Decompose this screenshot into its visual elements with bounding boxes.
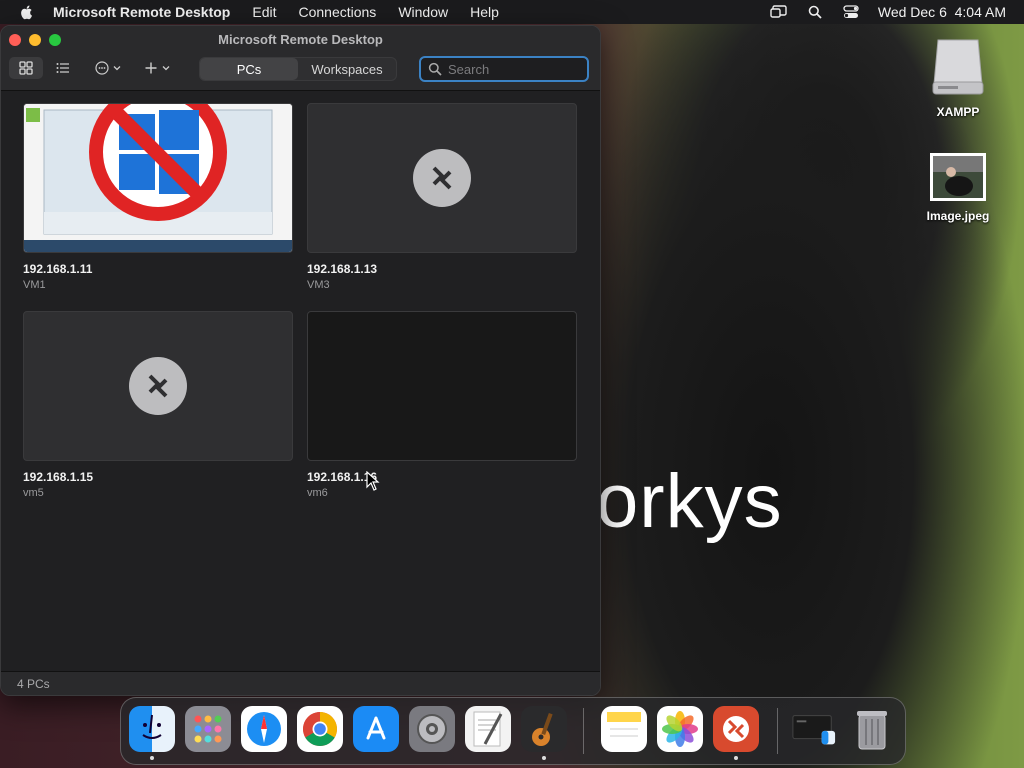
menu-bar: Microsoft Remote Desktop Edit Connection… (0, 0, 1024, 24)
list-view-button[interactable] (49, 57, 77, 79)
pc-name: 192.168.1.16 (307, 470, 378, 484)
pc-thumbnail-windows[interactable] (23, 103, 293, 253)
image-file-icon (918, 152, 998, 205)
spotlight-search-icon[interactable] (806, 4, 824, 20)
pc-name: 192.168.1.15 (23, 470, 94, 484)
dock-separator (583, 708, 584, 754)
windows-no-sign-icon (24, 104, 292, 252)
google-chrome-icon[interactable] (297, 706, 343, 752)
notes-icon[interactable] (601, 706, 647, 752)
screen-sharing-window-thumbnail-icon[interactable] (791, 706, 837, 752)
pc-name: 192.168.1.11 (23, 262, 93, 276)
safari-icon[interactable] (241, 706, 287, 752)
search-icon (428, 62, 442, 76)
pc-tile-vm1[interactable]: 192.168.1.11 VM1 (23, 103, 293, 291)
window-titlebar[interactable]: Microsoft Remote Desktop PCs Workspaces (1, 26, 600, 91)
garageband-icon[interactable] (521, 706, 567, 752)
trash-icon[interactable] (849, 706, 895, 752)
launchpad-icon[interactable] (185, 706, 231, 752)
list-icon (56, 63, 69, 73)
pc-thumbnail[interactable] (23, 311, 293, 461)
running-indicator (734, 756, 738, 760)
mouse-cursor-icon (366, 471, 380, 491)
pc-friendly-name: VM1 (23, 279, 46, 291)
more-options-button[interactable] (91, 57, 129, 79)
screen-mirroring-icon[interactable] (770, 4, 788, 20)
plus-chevron-icon (145, 62, 170, 74)
running-indicator (150, 756, 154, 760)
pc-tile-vm5[interactable]: 192.168.1.15 vm5 (23, 311, 293, 499)
pc-tile-vm3[interactable]: 192.168.1.13 VM3 (307, 103, 577, 291)
window-title: Microsoft Remote Desktop (218, 32, 383, 47)
tab-workspaces[interactable]: Workspaces (298, 58, 396, 80)
remote-desktop-logo-icon (129, 357, 187, 415)
control-center-icon[interactable] (842, 4, 860, 20)
ellipsis-circle-chevron-icon (95, 61, 121, 75)
running-indicator (542, 756, 546, 760)
pcs-workspaces-segmented-control: PCs Workspaces (199, 57, 397, 81)
app-store-icon[interactable] (353, 706, 399, 752)
menu-clock[interactable]: Wed Dec 6 4:04 AM (878, 4, 1006, 20)
system-settings-icon[interactable] (409, 706, 455, 752)
dock (120, 697, 906, 765)
pc-thumbnail[interactable] (307, 103, 577, 253)
finder-icon[interactable] (129, 706, 175, 752)
pc-friendly-name: VM3 (307, 279, 330, 291)
grid-view-button[interactable] (9, 57, 43, 79)
pc-count: 4 PCs (17, 676, 50, 691)
remote-desktop-window: Microsoft Remote Desktop PCs Workspaces (0, 25, 601, 696)
menu-help[interactable]: Help (470, 4, 499, 20)
desktop-icon-image-jpeg[interactable]: Image.jpeg (918, 152, 998, 223)
tab-pcs[interactable]: PCs (200, 58, 298, 80)
apple-menu-icon[interactable] (19, 4, 35, 20)
add-button[interactable] (141, 57, 177, 79)
desktop-icon-label: Image.jpeg (926, 209, 990, 223)
dock-separator (777, 708, 778, 754)
grid-icon (19, 61, 33, 75)
wallpaper-caption-text: orkys (596, 459, 783, 544)
status-bar: 4 PCs (1, 671, 600, 695)
desktop-icon-xampp[interactable]: XAMPP (918, 36, 998, 119)
pc-name: 192.168.1.13 (307, 262, 378, 276)
menu-edit[interactable]: Edit (252, 4, 276, 20)
search-field[interactable] (419, 56, 589, 82)
pc-friendly-name: vm6 (307, 487, 328, 499)
pc-tile-vm6[interactable]: 192.168.1.16 vm6 (307, 311, 577, 499)
remote-desktop-logo-icon (413, 149, 471, 207)
photos-icon[interactable] (657, 706, 703, 752)
search-input[interactable] (446, 60, 580, 78)
remote-desktop-app-icon[interactable] (713, 706, 759, 752)
window-toolbar: PCs Workspaces (9, 56, 592, 82)
menu-connections[interactable]: Connections (298, 4, 376, 20)
menu-app-name[interactable]: Microsoft Remote Desktop (53, 4, 230, 20)
drive-icon (918, 36, 998, 101)
pc-thumbnail[interactable] (307, 311, 577, 461)
desktop-icon-label: XAMPP (936, 105, 980, 119)
menu-window[interactable]: Window (398, 4, 448, 20)
textedit-icon[interactable] (465, 706, 511, 752)
pc-friendly-name: vm5 (23, 487, 44, 499)
